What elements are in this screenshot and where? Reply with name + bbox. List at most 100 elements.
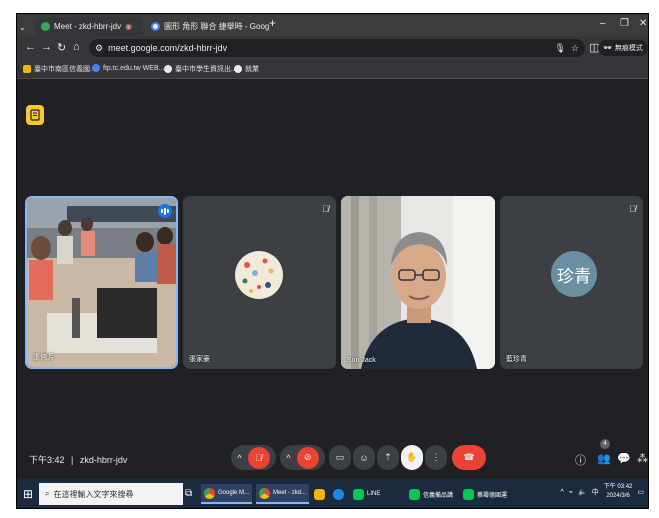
notification-icon[interactable]: ▭ bbox=[637, 488, 644, 496]
mic-off-button[interactable]: 🎙̸ bbox=[247, 446, 270, 469]
emoji-icon: ☺ bbox=[359, 452, 369, 463]
people-icon[interactable]: 👥 bbox=[597, 452, 611, 465]
task-view-icon[interactable]: ⧉ bbox=[185, 488, 192, 499]
address-bar[interactable]: ⚙ meet.google.com/zkd-hbrr-jdv 🎙 ☆ bbox=[89, 39, 585, 57]
participant-tile[interactable]: 🎙̸ 珍青 藍珍青 bbox=[500, 196, 643, 369]
line-icon bbox=[353, 488, 364, 500]
participant-name: 張何芳 bbox=[33, 354, 54, 361]
network-icon[interactable]: ⌁ bbox=[569, 488, 573, 496]
captions-button[interactable]: ▭ bbox=[329, 445, 351, 470]
url-text: meet.google.com/zkd-hbrr-jdv bbox=[108, 43, 228, 53]
chevron-up-icon[interactable]: ^ bbox=[237, 453, 241, 463]
tab-meet[interactable]: Meet - zkd-hbrr-jdv ◉ × bbox=[35, 17, 143, 36]
chat-icon[interactable]: 💬 bbox=[617, 452, 631, 465]
bookmark-label: 臺中市南區信義國... bbox=[34, 66, 96, 73]
google-favicon-icon bbox=[151, 22, 160, 31]
tab-search-button[interactable]: ⌄ bbox=[19, 18, 31, 37]
back-icon[interactable]: ← bbox=[25, 41, 36, 53]
bookmark-label: 就業 bbox=[245, 66, 259, 73]
participant-tile[interactable]: Sun Jack bbox=[341, 196, 495, 369]
bookmark-item[interactable]: 臺中市南區信義國... bbox=[23, 64, 96, 74]
info-icon[interactable]: ⓘ bbox=[575, 452, 586, 468]
hangup-icon: ☎ bbox=[463, 452, 475, 462]
incognito-profile[interactable]: 🕶 無痕模式 bbox=[598, 40, 648, 56]
site-info-icon[interactable]: ⚙ bbox=[95, 43, 103, 54]
bookmarks-bar: 臺中市南區信義國... ftp.tc.edu.tw WEB... 臺中市學生資訊… bbox=[17, 60, 648, 79]
incognito-icon: 🕶 bbox=[603, 45, 612, 52]
tab-strip: ⌄ Meet - zkd-hbrr-jdv ◉ × 圖形 角形 聯合 捷舉時 -… bbox=[17, 14, 648, 36]
browser-window: ⌄ Meet - zkd-hbrr-jdv ◉ × 圖形 角形 聯合 捷舉時 -… bbox=[16, 13, 649, 509]
notes-icon bbox=[30, 109, 40, 121]
mic-off-icon: 🎙̸ bbox=[322, 204, 329, 214]
notes-button[interactable] bbox=[26, 105, 44, 125]
mic-control[interactable]: ^ 🎙̸ bbox=[231, 445, 276, 470]
chevron-up-icon[interactable]: ^ bbox=[286, 453, 290, 463]
globe-icon bbox=[92, 64, 100, 72]
system-tray: ^ ⌁ 🔈 中 下午 03:42 2024/3/6 ▭ bbox=[560, 483, 644, 501]
restore-icon[interactable]: ❐ bbox=[620, 18, 629, 29]
taskbar-app-label: 蔡壽德國運 bbox=[477, 492, 508, 499]
taskbar-app[interactable]: 蔡壽德國運 bbox=[460, 484, 510, 504]
search-icon: ⌕ bbox=[45, 489, 50, 498]
star-icon[interactable]: ☆ bbox=[571, 43, 579, 54]
emoji-button[interactable]: ☺ bbox=[353, 445, 375, 470]
mic-off-icon: 🎙̸ bbox=[629, 204, 636, 214]
more-options-button[interactable]: ⋮ bbox=[425, 445, 447, 470]
people-count-badge: 4 bbox=[600, 439, 610, 449]
participant-name: 藍珍青 bbox=[506, 356, 527, 363]
avatar bbox=[235, 251, 283, 299]
participant-tile[interactable]: 張何芳 bbox=[25, 196, 178, 369]
file-explorer-icon[interactable] bbox=[311, 484, 328, 504]
new-tab-button[interactable]: + bbox=[269, 16, 276, 30]
minimize-icon[interactable]: – bbox=[600, 18, 606, 29]
forward-icon[interactable]: → bbox=[41, 41, 52, 53]
edge-icon[interactable] bbox=[330, 484, 347, 504]
taskbar-app-label: LINE bbox=[367, 491, 381, 497]
participant-tile[interactable]: 🎙̸ 張家豪 bbox=[183, 196, 336, 369]
video-feed bbox=[341, 196, 495, 369]
taskbar-app-label: Google M... bbox=[218, 490, 250, 496]
meeting-controls: 下午3:42 | zkd-hbrr-jdv ^ 🎙̸ ^ ⊘ ▭ ☺ ⇡ ✋ ⋮… bbox=[17, 437, 648, 479]
clock-date: 2024/3/6 bbox=[606, 493, 630, 499]
camera-control[interactable]: ^ ⊘ bbox=[280, 445, 325, 470]
system-clock[interactable]: 下午 03:42 2024/3/6 bbox=[604, 483, 633, 501]
activities-icon[interactable]: ⁂ bbox=[637, 452, 648, 465]
taskbar-app[interactable]: 信義備品講 bbox=[406, 484, 456, 504]
reload-icon[interactable]: ↻ bbox=[57, 41, 66, 54]
microphone-icon[interactable]: 🎙 bbox=[554, 43, 565, 54]
avatar-initials: 珍青 bbox=[551, 251, 597, 297]
taskbar: ⊞ ⌕ 在這裡輸入文字來搜尋 ⧉ Google M... Meet - zkd.… bbox=[17, 479, 648, 508]
raise-hand-button[interactable]: ✋ bbox=[401, 445, 423, 470]
camera-off-button[interactable]: ⊘ bbox=[296, 446, 319, 469]
video-feed bbox=[27, 198, 176, 367]
taskbar-app[interactable]: Google M... bbox=[201, 484, 253, 504]
chevron-up-icon[interactable]: ^ bbox=[560, 489, 563, 496]
close-window-icon[interactable]: ✕ bbox=[639, 18, 647, 29]
taskbar-app[interactable]: Meet - zkd... bbox=[256, 484, 310, 504]
speaking-indicator-icon bbox=[158, 204, 172, 218]
bookmark-favicon-icon bbox=[23, 65, 31, 73]
bookmark-item[interactable]: 臺中市學生資訊出... bbox=[164, 64, 237, 74]
taskbar-search[interactable]: ⌕ 在這裡輸入文字來搜尋 bbox=[39, 483, 183, 505]
home-icon[interactable]: ⌂ bbox=[73, 41, 80, 53]
present-icon: ⇡ bbox=[384, 452, 392, 462]
participant-name: 張家豪 bbox=[189, 356, 210, 363]
tab-google[interactable]: 圖形 角形 聯合 捷舉時 - Googl × bbox=[145, 17, 269, 36]
input-method[interactable]: 中 bbox=[592, 487, 599, 497]
line-icon bbox=[463, 488, 474, 500]
menu-icon[interactable]: ⋮ bbox=[643, 41, 648, 54]
chevron-down-icon: ⌄ bbox=[19, 23, 26, 32]
bookmark-item[interactable]: ftp.tc.edu.tw WEB... bbox=[92, 64, 164, 72]
present-button[interactable]: ⇡ bbox=[377, 445, 399, 470]
bookmark-label: ftp.tc.edu.tw WEB... bbox=[103, 64, 165, 72]
recording-icon: ◉ bbox=[125, 22, 133, 31]
close-icon[interactable]: × bbox=[142, 22, 143, 31]
volume-icon[interactable]: 🔈 bbox=[578, 488, 587, 496]
hand-icon: ✋ bbox=[406, 452, 418, 462]
captions-icon: ▭ bbox=[335, 452, 345, 462]
more-vert-icon: ⋮ bbox=[431, 452, 441, 462]
leave-call-button[interactable]: ☎ bbox=[452, 445, 486, 470]
taskbar-app[interactable]: LINE bbox=[350, 484, 383, 504]
windows-start-icon[interactable]: ⊞ bbox=[23, 487, 33, 501]
bookmark-item[interactable]: 就業 bbox=[234, 64, 259, 74]
